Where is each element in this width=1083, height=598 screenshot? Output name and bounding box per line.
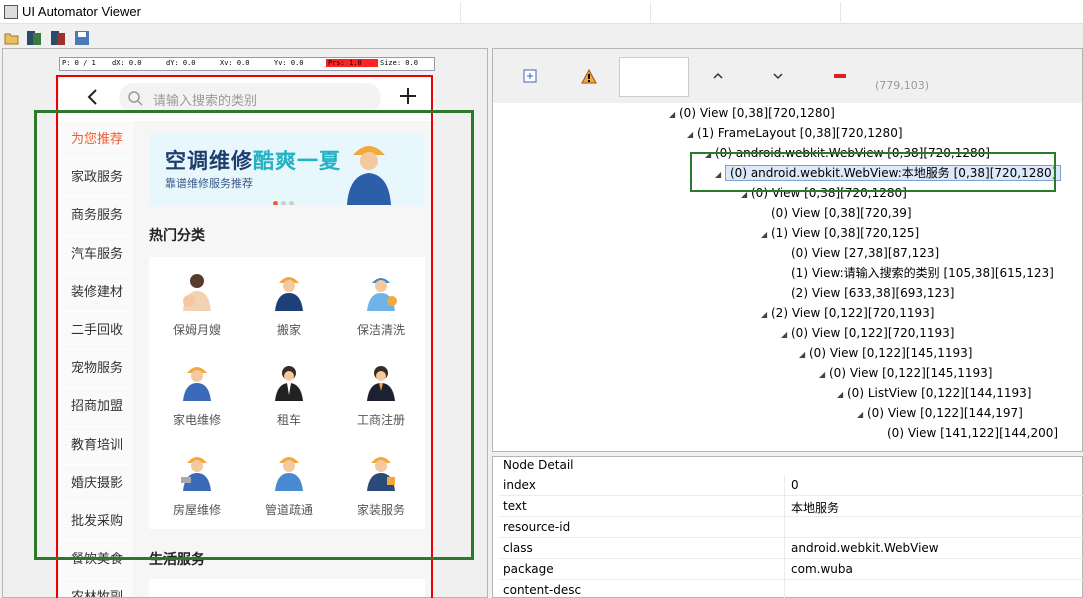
tree-row-label: (0) View [0,122][145,1193]	[809, 346, 973, 360]
tree-row[interactable]: ◢ (0) View [0,122][145,1193]	[799, 343, 972, 363]
hierarchy-toolbar: (779,103)	[493, 49, 1082, 103]
pressure-readout: Prs: 1.0	[326, 59, 378, 67]
find-field[interactable]	[619, 57, 689, 97]
tree-row-label: (0) View [0,122][145,1193]	[829, 366, 993, 380]
tree-row-label: (2) View [0,122][720,1193]	[771, 306, 935, 320]
tree-expander-icon[interactable]: ◢	[799, 345, 809, 365]
tree-row-label: (0) View [0,122][144,197]	[867, 406, 1023, 420]
dy-readout: dY: 0.0	[166, 59, 196, 67]
size-readout: Size: 0.0	[380, 59, 418, 67]
tree-expander-icon[interactable]: ◢	[687, 125, 697, 145]
tree-row[interactable]: (1) View:请输入搜索的类别 [105,38][615,123]	[781, 263, 1054, 283]
tree-expander-icon[interactable]: ◢	[857, 405, 867, 425]
detail-value: 本地服务	[791, 501, 840, 515]
chevron-up-icon[interactable]	[711, 69, 727, 85]
tree-expander-icon[interactable]: ◢	[669, 105, 679, 125]
save-icon[interactable]	[74, 30, 90, 46]
tree-row[interactable]: ◢ (0) View [0,38][720,1280]	[669, 103, 835, 123]
detail-row[interactable]: class android.webkit.WebView	[499, 538, 1083, 559]
detail-value: android.webkit.WebView	[791, 541, 939, 555]
tree-row-label: (0) View [141,122][144,200]	[887, 426, 1059, 440]
detail-key: text	[503, 499, 527, 513]
detail-row[interactable]: package com.wuba	[499, 559, 1083, 580]
tree-row-label: (1) View:请输入搜索的类别 [105,38][615,123]	[791, 266, 1054, 280]
tree-expander-icon[interactable]: ◢	[781, 325, 791, 345]
clear-icon[interactable]	[833, 69, 849, 85]
device-screenshot-compressed-icon[interactable]	[50, 30, 66, 46]
open-icon[interactable]	[4, 30, 20, 46]
device-screenshot-icon[interactable]	[26, 30, 42, 46]
detail-key: resource-id	[503, 520, 571, 534]
detail-row[interactable]: text 本地服务	[499, 496, 1083, 517]
detail-key: content-desc	[503, 583, 582, 597]
app-icon	[4, 5, 18, 19]
column-divider	[784, 580, 785, 598]
tree-expander-icon[interactable]: ◢	[761, 225, 771, 245]
chevron-down-icon[interactable]	[771, 69, 787, 85]
tree-row[interactable]: (2) View [633,38][693,123]	[781, 283, 954, 303]
detail-key: class	[503, 541, 533, 555]
background-window-tab	[460, 2, 640, 22]
detail-row[interactable]: index 0	[499, 475, 1083, 496]
column-divider	[784, 538, 785, 559]
tree-expander-icon[interactable]: ◢	[819, 365, 829, 385]
tree-row[interactable]: ◢ (0) View [0,122][144,197]	[857, 403, 1023, 423]
background-window-tab	[840, 2, 1000, 22]
tree-row[interactable]: ◢ (2) View [0,122][720,1193]	[761, 303, 934, 323]
tree-row-label: (1) FrameLayout [0,38][720,1280]	[697, 126, 903, 140]
pointer-info-bar: P: 0 / 1 dX: 0.0 dY: 0.0 Xv: 0.0 Yv: 0.0…	[59, 57, 435, 71]
detail-value: com.wuba	[791, 562, 853, 576]
detail-value: 0	[791, 478, 799, 492]
tree-row[interactable]: ◢ (1) View [0,38][720,125]	[761, 223, 919, 243]
node-detail-table: index 0 text 本地服务 resource-id class android.we…	[499, 475, 1083, 598]
detail-key: package	[503, 562, 554, 576]
column-divider	[784, 559, 785, 580]
window-title: UI Automator Viewer	[22, 4, 141, 19]
expand-all-icon[interactable]	[523, 69, 539, 85]
tree-row-label: (1) View [0,38][720,125]	[771, 226, 920, 240]
background-window-tab	[650, 2, 830, 22]
pointer-count: P: 0 / 1	[62, 59, 96, 67]
dx-readout: dX: 0.0	[112, 59, 142, 67]
tree-row-label: (0) View [27,38][87,123]	[791, 246, 940, 260]
tree-row[interactable]: ◢ (0) View [0,122][145,1193]	[819, 363, 992, 383]
column-divider	[784, 517, 785, 538]
tree-row-label: (0) View [0,38][720,1280]	[679, 106, 835, 120]
column-divider	[784, 475, 785, 496]
tree-row[interactable]: ◢ (0) ListView [0,122][144,1193]	[837, 383, 1031, 403]
annotation-box	[34, 110, 474, 560]
tree-row[interactable]: ◢ (0) View [0,122][720,1193]	[781, 323, 954, 343]
warning-icon[interactable]	[581, 68, 597, 85]
node-detail-panel: Node Detail index 0 text 本地服务 resource-id cla…	[492, 456, 1083, 598]
tree-row[interactable]: ◢ (1) FrameLayout [0,38][720,1280]	[687, 123, 903, 143]
detail-row[interactable]: content-desc	[499, 580, 1083, 598]
annotation-box	[690, 152, 1056, 192]
tree-row[interactable]: (0) View [141,122][144,200]	[877, 423, 1058, 443]
tree-row-label: (2) View [633,38][693,123]	[791, 286, 955, 300]
tree-row[interactable]: (0) View [27,38][87,123]	[781, 243, 939, 263]
tree-row-label: (0) ListView [0,122][144,1193]	[847, 386, 1032, 400]
main-toolbar	[0, 28, 100, 50]
column-divider	[784, 496, 785, 517]
hierarchy-panel: (779,103) ◢ (0) View [0,38][720,1280] ◢ (1)…	[492, 48, 1083, 452]
xv-readout: Xv: 0.0	[220, 59, 250, 67]
cursor-coordinates: (779,103)	[875, 79, 930, 92]
detail-row[interactable]: resource-id	[499, 517, 1083, 538]
yv-readout: Yv: 0.0	[274, 59, 304, 67]
tree-expander-icon[interactable]: ◢	[761, 305, 771, 325]
tree-expander-icon[interactable]: ◢	[837, 385, 847, 405]
tree-row-label: (0) View [0,122][720,1193]	[791, 326, 955, 340]
tree-row-label: (0) View [0,38][720,39]	[771, 206, 912, 220]
title-bar: UI Automator Viewer	[0, 0, 1083, 24]
node-detail-title: Node Detail	[503, 458, 574, 472]
tree-row[interactable]: (0) View [0,38][720,39]	[761, 203, 912, 223]
detail-key: index	[503, 478, 536, 492]
